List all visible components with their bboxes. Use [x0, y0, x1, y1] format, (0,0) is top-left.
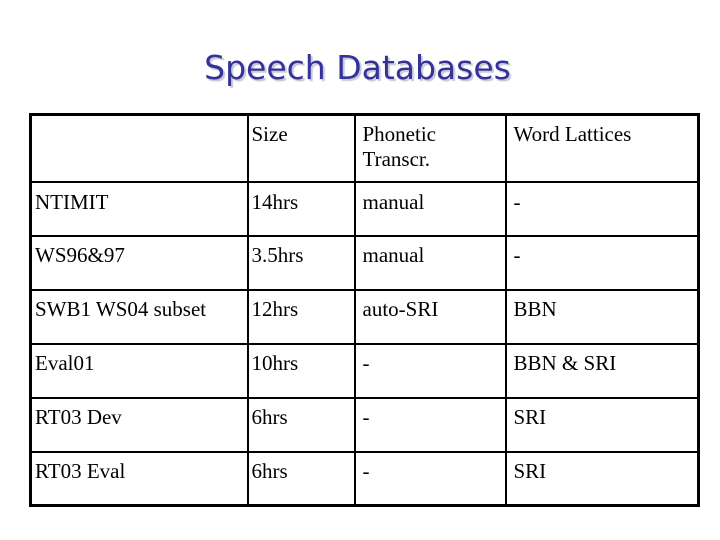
- cell-lattices: SRI: [504, 450, 700, 507]
- header-cell-phonetic: Phonetic Transcr.: [353, 113, 507, 183]
- table-row: NTIMIT 14hrs manual -: [29, 180, 700, 237]
- slide-title: Speech Databases: [204, 48, 511, 87]
- speech-databases-table: Size Phonetic Transcr. Word Lattices NTIM…: [29, 113, 700, 507]
- cell-name: SWB1 WS04 subset: [29, 288, 249, 345]
- header-cell-word-lattices: Word Lattices: [504, 113, 700, 183]
- table-row: WS96&97 3.5hrs manual -: [29, 234, 700, 291]
- table-row: Eval01 10hrs - BBN & SRI: [29, 342, 700, 399]
- cell-size: 6hrs: [246, 396, 356, 453]
- cell-name: Eval01: [29, 342, 249, 399]
- cell-phonetic: auto-SRI: [353, 288, 507, 345]
- cell-name: NTIMIT: [29, 180, 249, 237]
- cell-phonetic: -: [353, 450, 507, 507]
- header-phonetic-line2: Transcr.: [362, 147, 430, 171]
- cell-lattices: -: [504, 180, 700, 237]
- table-header-row: Size Phonetic Transcr. Word Lattices: [29, 113, 700, 183]
- cell-size: 10hrs: [246, 342, 356, 399]
- cell-size: 14hrs: [246, 180, 356, 237]
- cell-phonetic: manual: [353, 234, 507, 291]
- cell-name: WS96&97: [29, 234, 249, 291]
- cell-lattices: BBN: [504, 288, 700, 345]
- cell-lattices: -: [504, 234, 700, 291]
- cell-phonetic: manual: [353, 180, 507, 237]
- cell-phonetic: -: [353, 342, 507, 399]
- header-cell-size: Size: [246, 113, 356, 183]
- table-row: RT03 Dev 6hrs - SRI: [29, 396, 700, 453]
- cell-name: RT03 Eval: [29, 450, 249, 507]
- cell-size: 12hrs: [246, 288, 356, 345]
- cell-name: RT03 Dev: [29, 396, 249, 453]
- cell-size: 3.5hrs: [246, 234, 356, 291]
- header-cell-empty: [29, 113, 249, 183]
- cell-lattices: BBN & SRI: [504, 342, 700, 399]
- cell-size: 6hrs: [246, 450, 356, 507]
- cell-phonetic: -: [353, 396, 507, 453]
- cell-lattices: SRI: [504, 396, 700, 453]
- table-row: SWB1 WS04 subset 12hrs auto-SRI BBN: [29, 288, 700, 345]
- table-row: RT03 Eval 6hrs - SRI: [29, 450, 700, 507]
- header-phonetic-line1: Phonetic: [362, 122, 437, 146]
